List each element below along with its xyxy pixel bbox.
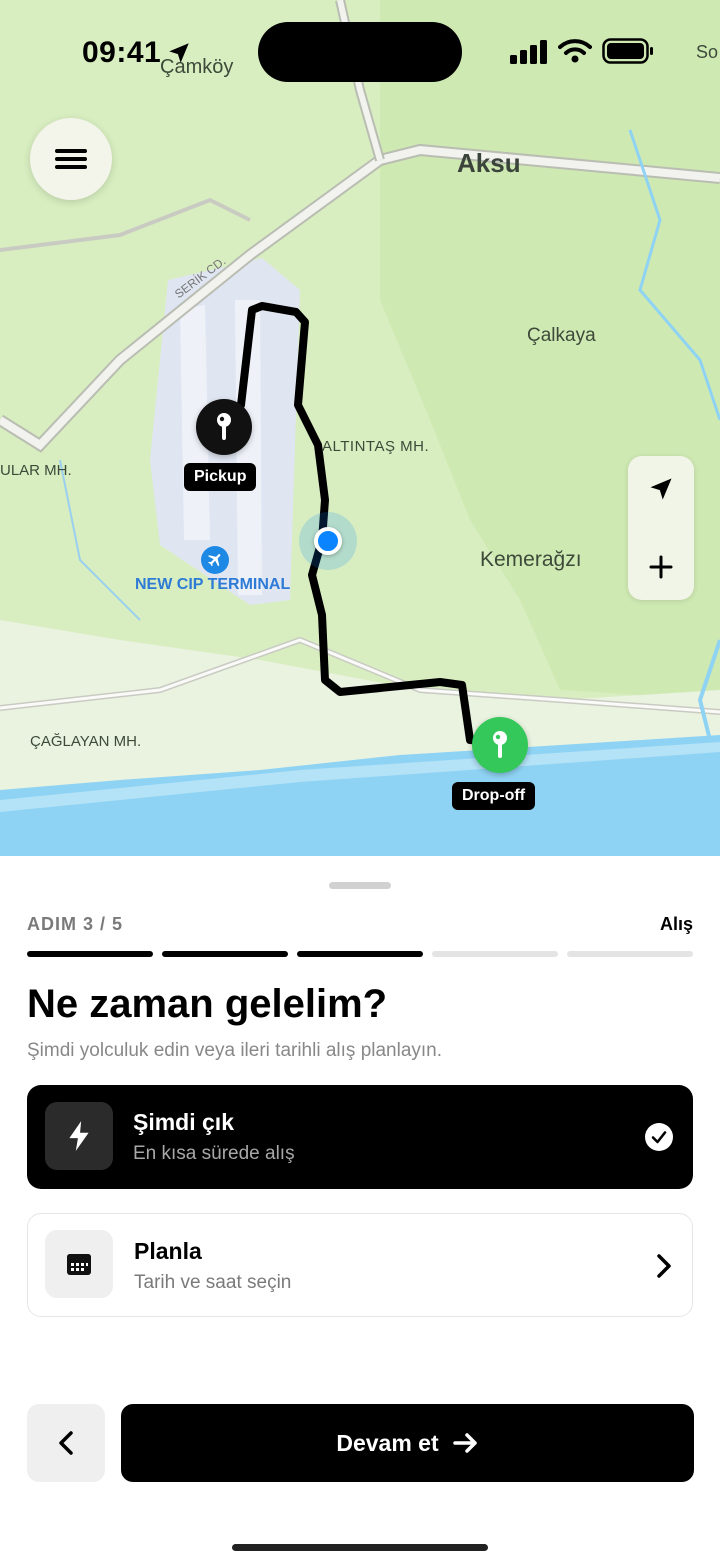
sheet-grabber[interactable] <box>329 882 391 889</box>
map-label-aksu: Aksu <box>457 148 521 178</box>
option-schedule-title: Planla <box>134 1238 202 1264</box>
continue-label: Devam et <box>336 1429 439 1456</box>
continue-button[interactable]: Devam et <box>121 1404 694 1482</box>
map-view[interactable]: Çamköy Aksu Çalkaya ALTINTAŞ MH. ULAR MH… <box>0 0 720 860</box>
chevron-right-icon <box>657 1254 671 1278</box>
arrow-right-icon <box>452 1433 477 1453</box>
map-controls <box>628 456 694 600</box>
airport-icon[interactable] <box>201 546 229 574</box>
dropoff-label: Drop-off <box>452 782 536 810</box>
step-name: Alış <box>659 914 693 934</box>
navigation-arrow-icon <box>650 478 672 500</box>
option-now-card[interactable]: Şimdi çık En kısa sürede alış <box>27 1085 693 1189</box>
pickup-label: Pickup <box>184 463 257 491</box>
progress-segment <box>567 951 693 957</box>
dynamic-island <box>258 22 462 82</box>
signal-icon <box>510 40 547 64</box>
bolt-icon <box>45 1102 113 1170</box>
map-label-kemeragzi: Kemerağzı <box>480 548 582 571</box>
bottom-sheet: ADIM 3 / 5 Alış Ne zaman gelelim? Şimdi … <box>0 856 720 1565</box>
progress-segment <box>162 951 288 957</box>
zoom-in-button[interactable] <box>628 534 694 600</box>
page-title: Ne zaman gelelim? <box>27 982 388 1026</box>
status-bar: 09:41 <box>0 0 720 100</box>
home-indicator <box>232 1544 488 1551</box>
battery-icon <box>602 38 653 64</box>
checkmark-icon <box>645 1123 673 1151</box>
progress-segment <box>432 951 558 957</box>
map-label-altintas: ALTINTAŞ MH. <box>322 438 430 455</box>
locate-me-button[interactable] <box>628 456 694 522</box>
map-background <box>0 0 720 860</box>
progress-segment <box>27 951 153 957</box>
chevron-left-icon <box>59 1431 73 1455</box>
location-arrow-icon <box>169 43 189 63</box>
dropoff-pin-icon[interactable] <box>472 717 528 773</box>
back-button[interactable] <box>27 1404 105 1482</box>
menu-button[interactable] <box>30 118 112 200</box>
option-now-subtitle: En kısa sürede alış <box>133 1143 295 1164</box>
option-schedule-card[interactable]: Planla Tarih ve saat seçin <box>27 1213 693 1317</box>
wifi-icon <box>558 39 592 63</box>
option-schedule-subtitle: Tarih ve saat seçin <box>134 1272 292 1293</box>
user-location-dot <box>314 527 342 555</box>
progress-segment <box>297 951 423 957</box>
map-label-caglayan: ÇAĞLAYAN MH. <box>30 733 142 750</box>
option-now-title: Şimdi çık <box>133 1109 234 1135</box>
plus-icon <box>649 555 673 579</box>
page-subtitle: Şimdi yolculuk edin veya ileri tarihli a… <box>27 1040 443 1061</box>
hamburger-icon <box>55 149 87 169</box>
pickup-pin-icon[interactable] <box>196 399 252 455</box>
map-label-cip-terminal: NEW CIP TERMINAL <box>135 576 291 593</box>
map-label-ular: ULAR MH. <box>0 462 72 479</box>
status-time: 09:41 <box>82 36 162 69</box>
map-label-calkaya: Çalkaya <box>527 325 596 346</box>
step-indicator: ADIM 3 / 5 <box>27 914 124 934</box>
calendar-icon <box>45 1230 113 1298</box>
